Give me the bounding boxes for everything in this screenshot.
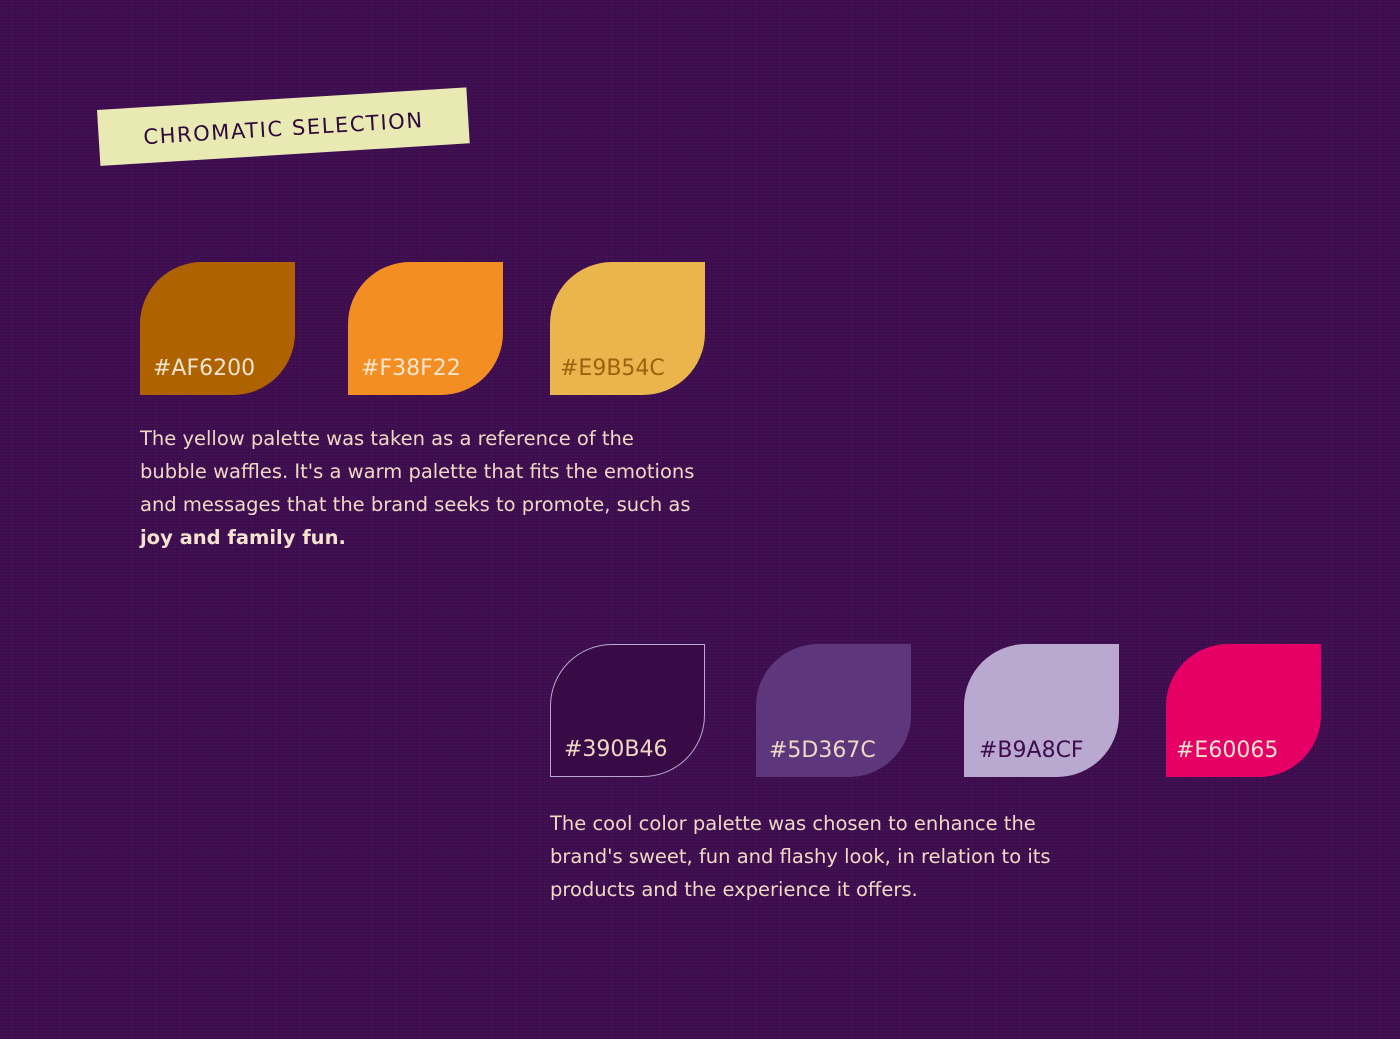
cool-palette-description: The cool color palette was chosen to enh… [550,807,1110,906]
swatch-hex-label: #F38F22 [361,356,461,381]
swatch-e60065: #E60065 [1166,644,1321,777]
swatch-hex-label: #B9A8CF [979,738,1084,763]
swatch-5d367c: #5D367C [756,644,911,777]
swatch-e9b54c: #E9B54C [550,262,705,395]
swatch-b9a8cf: #B9A8CF [964,644,1119,777]
warm-palette-description: The yellow palette was taken as a refere… [140,422,700,554]
swatch-hex-label: #E9B54C [560,356,665,381]
warm-description-text: The yellow palette was taken as a refere… [140,427,695,516]
warm-description-emphasis: joy and family fun. [140,526,346,549]
swatch-hex-label: #E60065 [1176,738,1279,763]
swatch-f38f22: #F38F22 [348,262,503,395]
swatch-390b46: #390B46 [550,644,705,777]
swatch-hex-label: #390B46 [564,737,668,762]
cool-description-text: The cool color palette was chosen to enh… [550,812,1051,901]
swatch-hex-label: #5D367C [769,738,876,763]
swatch-af6200: #AF6200 [140,262,295,395]
swatch-hex-label: #AF6200 [153,356,256,381]
section-tag: CHROMATIC SELECTION [97,87,470,166]
section-tag-label: CHROMATIC SELECTION [142,108,425,150]
